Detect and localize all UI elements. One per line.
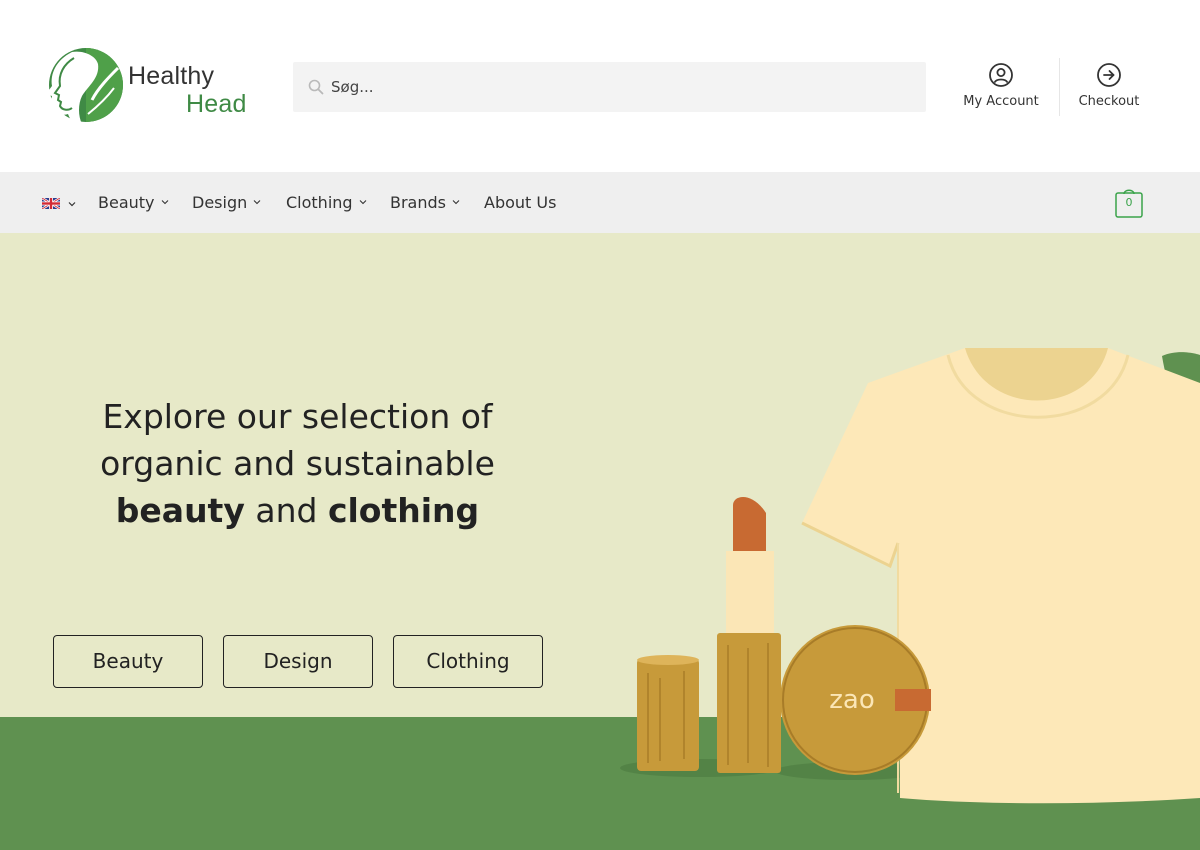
cart-count-badge: 0 [1125,196,1133,209]
checkout-link[interactable]: Checkout [1066,62,1152,118]
compact-brand-text: zao [829,685,875,715]
chevron-down-icon [452,200,460,205]
hero-heading-part1: Explore our selection of organic and sus… [100,397,495,483]
my-account-label: My Account [963,94,1039,109]
hero-design-button[interactable]: Design [223,635,373,688]
nav-item-beauty[interactable]: Beauty [98,172,169,233]
logo-text-healthy: Healthy [128,62,215,90]
logo-head-icon [46,48,123,125]
chevron-down-icon [359,200,366,205]
site-logo[interactable]: Healthy Head [40,44,260,126]
arrow-circle-right-icon [1097,63,1121,87]
nav-item-label: Beauty [98,193,155,212]
lipstick-illustration [717,496,781,773]
nav-item-design[interactable]: Design [192,172,261,233]
lipstick-cap-illustration [637,655,699,771]
nav-item-label: Brands [390,193,446,212]
header-divider [1059,58,1060,116]
nav-item-label: Design [192,193,248,212]
hero-heading-bold-clothing: clothing [327,491,480,530]
site-header: Healthy Head My Account Checkout [0,0,1200,172]
hero-heading-part2: and [244,491,328,530]
checkout-label: Checkout [1078,94,1140,109]
search-bar [293,62,926,112]
hero-heading: Explore our selection of organic and sus… [70,393,525,534]
nav-item-label: Clothing [286,193,353,212]
user-circle-icon [989,63,1013,87]
search-icon [308,79,324,95]
search-input[interactable] [331,62,911,112]
nav-item-clothing[interactable]: Clothing [286,172,367,233]
nav-item-brands[interactable]: Brands [390,172,460,233]
chevron-down-icon [253,200,261,205]
uk-flag-icon[interactable] [42,198,60,209]
main-navigation [0,172,1200,233]
hero-heading-bold-beauty: beauty [115,491,245,530]
chevron-down-icon[interactable] [67,199,77,209]
logo-text-head: Head [186,90,247,118]
nav-item-about-us[interactable]: About Us [484,172,556,233]
hero-beauty-button[interactable]: Beauty [53,635,203,688]
hero-banner: zao Explore our selection of organic and… [0,233,1200,850]
my-account-link[interactable]: My Account [950,62,1052,118]
nav-item-label: About Us [484,193,557,212]
chevron-down-icon [161,200,168,205]
hero-illustration: zao [620,348,1200,804]
hero-clothing-button[interactable]: Clothing [393,635,543,688]
compact-illustration: zao [780,625,931,775]
